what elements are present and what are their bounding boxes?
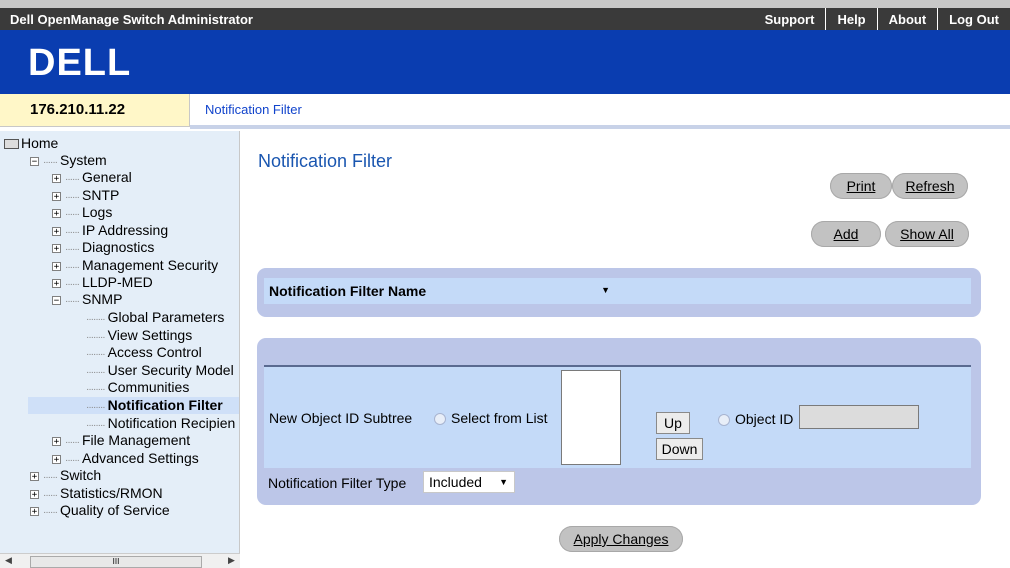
page-title: Notification Filter [258, 151, 393, 171]
scroll-right-icon[interactable]: ▶ [228, 555, 235, 566]
app-title: Dell OpenManage Switch Administrator [10, 12, 253, 27]
dropdown-arrow-icon: ▼ [601, 285, 610, 295]
filter-type-label: Notification Filter Type [268, 475, 407, 491]
dropdown-arrow-icon: ▼ [499, 477, 508, 487]
tree-item-diagnostics[interactable]: + ······ Diagnostics [52, 239, 154, 256]
tree-item-quality-of-service[interactable]: + ······ Quality of Service [30, 502, 170, 519]
top-bar: Dell OpenManage Switch Administrator Sup… [0, 0, 1010, 30]
expand-icon[interactable]: + [52, 173, 61, 183]
dell-logo-text: DELL [28, 42, 131, 82]
tree-item-snmp[interactable]: − ······ SNMP [52, 291, 122, 308]
filter-name-label: Notification Filter Name [269, 283, 427, 299]
expand-icon[interactable]: + [52, 454, 61, 464]
breadcrumb-bar: 176.210.11.22 Notification Filter [0, 94, 1010, 129]
tree-item-switch[interactable]: + ······ Switch [30, 467, 101, 484]
apply-changes-button[interactable]: Apply Changes [559, 526, 683, 552]
collapse-icon[interactable]: − [52, 295, 61, 305]
tree-item-statistics-rmon[interactable]: + ······ Statistics/RMON [30, 485, 163, 502]
tree-item-communities[interactable]: ········ Communities [86, 379, 189, 396]
expand-icon[interactable]: + [52, 191, 61, 201]
expand-icon[interactable]: + [52, 243, 61, 253]
show-all-button[interactable]: Show All [885, 221, 969, 247]
expand-icon[interactable]: + [52, 261, 61, 271]
filter-name-select[interactable]: ▼ [586, 280, 616, 302]
subtree-label: New Object ID Subtree [269, 410, 413, 426]
folder-icon [4, 139, 19, 150]
sidebar-horizontal-scrollbar[interactable]: ◀ III ▶ [0, 553, 240, 568]
breadcrumb[interactable]: Notification Filter [205, 102, 302, 117]
top-links: Support Help About Log Out [754, 8, 1010, 30]
tree-item-logs[interactable]: + ······ Logs [52, 204, 112, 221]
up-button[interactable]: Up [656, 412, 690, 434]
tree-item-access-control[interactable]: ········ Access Control [86, 344, 202, 361]
tree-item-system[interactable]: − ······ System [30, 152, 107, 169]
about-link[interactable]: About [876, 8, 938, 30]
subtree-row: New Object ID Subtree Select from List U… [264, 365, 971, 468]
select-from-list-radio[interactable] [434, 413, 446, 426]
dell-logo: DELL [28, 42, 148, 85]
filter-name-panel: Notification Filter Name ▼ [257, 268, 981, 317]
device-ip: 176.210.11.22 [30, 101, 126, 118]
scroll-left-icon[interactable]: ◀ [5, 555, 12, 566]
add-button[interactable]: Add [811, 221, 881, 247]
tree-item-file-management[interactable]: + ······ File Management [52, 432, 190, 449]
object-subtree-panel: New Object ID Subtree Select from List U… [257, 338, 981, 505]
brand-banner: DELL [0, 30, 1010, 94]
expand-icon[interactable]: + [30, 471, 39, 481]
select-from-list-option[interactable]: Select from List [434, 410, 547, 426]
object-id-option[interactable]: Object ID [718, 411, 793, 427]
tree-item-user-security-model[interactable]: ········ User Security Model [86, 362, 234, 379]
help-link[interactable]: Help [825, 8, 876, 30]
expand-icon[interactable]: + [30, 489, 39, 499]
down-button[interactable]: Down [656, 438, 703, 460]
tree-item-home[interactable]: Home [4, 135, 58, 152]
tree-item-global-parameters[interactable]: ········ Global Parameters [86, 309, 224, 326]
logout-link[interactable]: Log Out [937, 8, 1010, 30]
object-id-input[interactable] [799, 405, 919, 429]
device-ip-box: 176.210.11.22 [0, 94, 190, 126]
tree-item-notification-filter[interactable]: ········ Notification Filter [28, 397, 239, 414]
expand-icon[interactable]: + [52, 208, 61, 218]
object-id-listbox[interactable] [561, 370, 621, 465]
tree-item-advanced-settings[interactable]: + ······ Advanced Settings [52, 450, 199, 467]
tree-item-notification-recipients[interactable]: ········ Notification Recipien [86, 415, 235, 432]
scrollbar-thumb[interactable]: III [30, 556, 202, 568]
expand-icon[interactable]: + [30, 506, 39, 516]
collapse-icon[interactable]: − [30, 156, 39, 166]
support-link[interactable]: Support [754, 8, 826, 30]
breadcrumb-divider [190, 125, 1010, 129]
filter-type-select[interactable]: Included ▼ [423, 471, 515, 493]
nav-tree: Home − ······ System + ······ General + ·····… [0, 131, 240, 567]
expand-icon[interactable]: + [52, 436, 61, 446]
filter-name-row: Notification Filter Name ▼ [264, 278, 971, 304]
print-button[interactable]: Print [830, 173, 892, 199]
tree-item-sntp[interactable]: + ······ SNTP [52, 187, 119, 204]
tree-item-lldp-med[interactable]: + ······ LLDP-MED [52, 274, 153, 291]
tree-item-general[interactable]: + ······ General [52, 169, 132, 186]
tree-item-ip-addressing[interactable]: + ······ IP Addressing [52, 222, 168, 239]
expand-icon[interactable]: + [52, 226, 61, 236]
object-id-radio[interactable] [718, 414, 730, 427]
tree-item-view-settings[interactable]: ········ View Settings [86, 327, 192, 344]
main-content: Notification Filter Print Refresh Add Sh… [240, 131, 1010, 567]
refresh-button[interactable]: Refresh [892, 173, 968, 199]
expand-icon[interactable]: + [52, 278, 61, 288]
tree-item-management-security[interactable]: + ······ Management Security [52, 257, 218, 274]
